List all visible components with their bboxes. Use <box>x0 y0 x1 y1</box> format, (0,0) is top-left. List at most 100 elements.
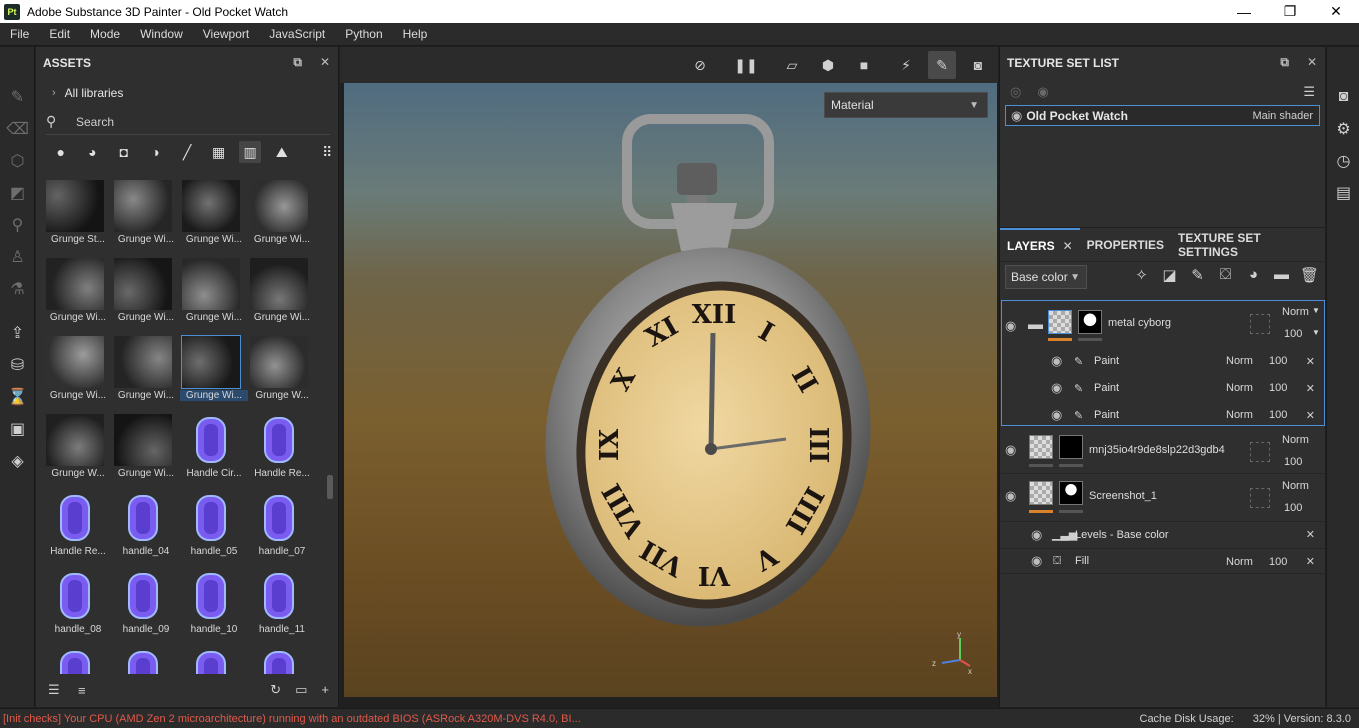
grid-view-icon[interactable]: ⠿ <box>317 141 339 163</box>
eye-icon[interactable]: ◉ <box>1005 442 1016 458</box>
log-icon[interactable]: ▤ <box>1327 177 1359 209</box>
eye-icon[interactable]: ◉ <box>1031 553 1042 569</box>
asset-tile[interactable]: handle_07 <box>248 492 314 568</box>
add-fill-layer-icon[interactable]: ⛋ <box>1216 266 1235 284</box>
screenshot-icon[interactable]: ◙ <box>964 51 992 79</box>
asset-tile[interactable]: Grunge Wi... <box>112 336 178 412</box>
blend-mode[interactable]: Norm <box>1226 355 1253 367</box>
asset-tile[interactable]: handle_04 <box>112 492 178 568</box>
asset-tile[interactable]: Grunge Wi... <box>180 335 248 412</box>
opacity-value[interactable]: 100 <box>1284 328 1302 340</box>
symmetry-icon[interactable]: ⚡ <box>892 51 920 79</box>
blend-mode[interactable]: Norm <box>1282 306 1309 318</box>
delete-icon[interactable]: ✕ <box>1306 409 1315 422</box>
opacity-value[interactable]: 100 <box>1269 382 1287 394</box>
asset-tile[interactable]: handle_09 <box>112 570 178 646</box>
brush-filter-icon[interactable]: ╱ <box>176 141 198 163</box>
blend-mode[interactable]: Norm <box>1282 480 1309 492</box>
menu-help[interactable]: Help <box>393 27 438 41</box>
menu-icon[interactable]: ☰ <box>1303 84 1315 100</box>
asset-scrollbar[interactable] <box>327 475 333 499</box>
panel-close-icon[interactable]: ✕ <box>320 55 330 70</box>
eye-icon[interactable]: ◉ <box>1051 353 1062 369</box>
filter-list-icon[interactable]: ☰ <box>48 682 78 698</box>
folder-icon[interactable]: ▭ <box>295 682 307 698</box>
layer-row-paint-3[interactable]: ◉ ✎ Paint Norm 100 ✕ <box>1001 403 1325 427</box>
menu-window[interactable]: Window <box>130 27 193 41</box>
paint-mode-icon[interactable]: ✎ <box>928 51 956 79</box>
blend-mode[interactable]: Norm <box>1226 409 1253 421</box>
opacity-value[interactable]: 100 <box>1269 409 1287 421</box>
asset-tile[interactable]: Grunge Wi... <box>44 258 110 334</box>
asset-tile[interactable]: Handle Cir... <box>180 414 246 490</box>
blend-mode[interactable]: Norm <box>1282 434 1309 446</box>
shader-label[interactable]: Main shader <box>1252 110 1313 122</box>
asset-tile[interactable]: Grunge Wi... <box>248 180 314 256</box>
asset-tile[interactable]: Handle Re... <box>248 414 314 490</box>
eye-icon[interactable]: ◉ <box>1005 318 1016 334</box>
blend-mode[interactable]: Norm <box>1226 556 1253 568</box>
delete-icon[interactable]: ✕ <box>1306 382 1315 395</box>
asset-tile[interactable]: Grunge Wi... <box>44 336 110 412</box>
eraser-icon[interactable]: ⌫ <box>0 113 35 145</box>
tab-properties[interactable]: PROPERTIES <box>1080 228 1171 262</box>
delete-icon[interactable]: ✕ <box>1306 555 1315 568</box>
asset-tile[interactable]: Grunge Wi... <box>180 180 246 256</box>
delete-layer-icon[interactable]: 🗑 <box>1300 266 1319 284</box>
menu-javascript[interactable]: JavaScript <box>259 27 335 41</box>
eye-icon[interactable]: ◉ <box>1051 407 1062 423</box>
opacity-value[interactable]: 100 <box>1284 502 1302 514</box>
geometry-mask-icon[interactable]: ◩ <box>0 177 35 209</box>
delete-icon[interactable]: ✕ <box>1306 355 1315 368</box>
asset-tile[interactable]: handle_11 <box>248 570 314 646</box>
bake-icon[interactable]: ⛁ <box>0 349 35 381</box>
layer-row-screenshot[interactable]: ◉ Screenshot_1 Norm 100 <box>1001 476 1325 520</box>
add-mask-icon[interactable]: ◪ <box>1160 266 1179 284</box>
layer-row-paint-1[interactable]: ◉ ✎ Paint Norm 100 ✕ <box>1001 349 1325 373</box>
smart-material-filter-icon[interactable]: ◕ <box>82 141 104 163</box>
opacity-value[interactable]: 100 <box>1269 355 1287 367</box>
display-settings-icon[interactable]: ▣ <box>0 413 35 445</box>
asset-tile[interactable]: Grunge Wi... <box>112 258 178 334</box>
asset-tile[interactable]: handle_05 <box>180 492 246 568</box>
layer-row-paint-2[interactable]: ◉ ✎ Paint Norm 100 ✕ <box>1001 376 1325 400</box>
asset-search[interactable]: ⚲ Search <box>46 109 330 135</box>
tab-texture-set-settings[interactable]: TEXTURE SET SETTINGS <box>1171 228 1325 262</box>
menu-python[interactable]: Python <box>335 27 392 41</box>
asset-tile[interactable]: Grunge W... <box>44 414 110 490</box>
selection-mode-icon[interactable]: ▱ <box>778 51 806 79</box>
projection-icon[interactable]: ⬡ <box>0 145 35 177</box>
menu-mode[interactable]: Mode <box>80 27 130 41</box>
panel-close-icon[interactable]: ✕ <box>1307 55 1317 70</box>
refresh-icon[interactable]: ↻ <box>270 682 281 698</box>
asset-tile[interactable]: handle_10 <box>180 570 246 646</box>
texture-set-row[interactable]: ◉ Old Pocket Watch Main shader <box>1005 105 1320 126</box>
close-icon[interactable]: ✕ <box>1063 239 1073 253</box>
effect-row-levels[interactable]: ◉ ▁▃▅ Levels - Base color ✕ <box>1001 521 1325 547</box>
3d-viewport[interactable]: XII I II III IIII V VI VII VIII IX X XI <box>344 83 997 697</box>
asset-tile[interactable] <box>248 648 314 674</box>
shader-settings-icon[interactable]: ◈ <box>0 445 35 477</box>
hide-ui-icon[interactable]: ⊘ <box>686 51 714 79</box>
paint-brush-icon[interactable]: ✎ <box>0 81 35 113</box>
smudge-icon[interactable]: ⚲ <box>0 209 35 241</box>
asset-tile[interactable]: Grunge St... <box>44 180 110 256</box>
add-effect-icon[interactable]: ✧ <box>1132 266 1151 284</box>
procedural-filter-icon[interactable]: ▦ <box>208 141 230 163</box>
environment-filter-icon[interactable]: ⛰ <box>271 141 293 163</box>
asset-tile[interactable] <box>44 648 110 674</box>
export-icon[interactable]: ⇪ <box>0 317 35 349</box>
add-icon[interactable]: + <box>321 682 329 698</box>
menu-file[interactable]: File <box>0 27 39 41</box>
undock-icon[interactable]: ⧉ <box>1280 55 1289 70</box>
asset-tile[interactable]: Grunge Wi... <box>112 180 178 256</box>
color-picker-icon[interactable]: ⚗ <box>0 273 35 305</box>
display-settings-icon[interactable]: ⚙ <box>1327 113 1359 145</box>
solo-icon[interactable]: ◉ <box>1037 84 1048 100</box>
asset-tile[interactable]: Grunge W... <box>248 336 314 412</box>
asset-tile[interactable]: Grunge Wi... <box>112 414 178 490</box>
blend-mode[interactable]: Norm <box>1226 382 1253 394</box>
pause-icon[interactable]: ❚❚ <box>732 51 760 79</box>
tab-layers[interactable]: LAYERS ✕ <box>1000 227 1080 262</box>
delete-icon[interactable]: ✕ <box>1306 528 1315 541</box>
